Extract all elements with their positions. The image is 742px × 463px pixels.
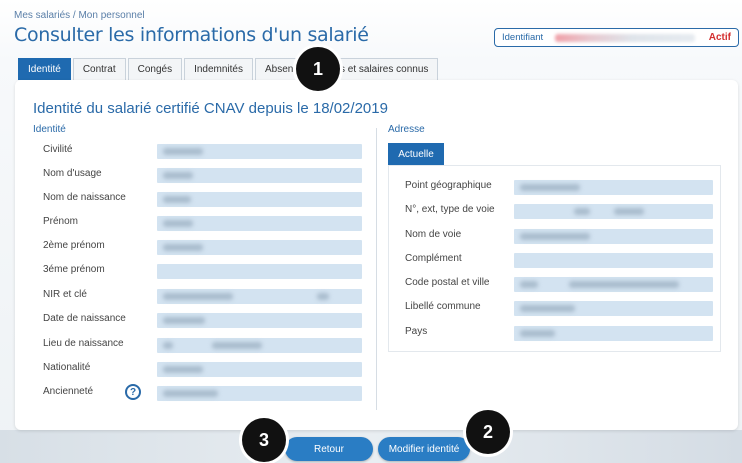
label-nir: NIR et clé — [43, 289, 87, 300]
label-voie: N°, ext, type de voie — [405, 204, 495, 215]
identifier-value-redacted — [555, 33, 696, 42]
edit-identity-button[interactable]: Modifier identité — [378, 437, 470, 461]
label-code-postal: Code postal et ville — [405, 277, 490, 288]
value-pays — [514, 326, 713, 341]
identity-subheading: Identité — [33, 124, 66, 135]
question-circle-icon[interactable]: ? — [125, 384, 141, 400]
address-subheading: Adresse — [388, 124, 425, 135]
callout-badge-2: 2 — [466, 410, 510, 454]
section-title: Identité du salarié certifié CNAV depuis… — [33, 100, 388, 117]
value-3eme-prenom — [157, 264, 362, 279]
value-date-naissance — [157, 313, 362, 328]
callout-badge-3: 3 — [242, 418, 286, 462]
column-divider — [376, 128, 377, 410]
label-lieu-naissance: Lieu de naissance — [43, 338, 124, 349]
label-pays: Pays — [405, 326, 428, 337]
value-voie — [514, 204, 713, 219]
label-2eme-prenom: 2ème prénom — [43, 240, 105, 251]
tab-conges[interactable]: Congés — [127, 58, 183, 80]
value-prenom — [157, 216, 362, 231]
label-date-naissance: Date de naissance — [43, 313, 126, 324]
label-3eme-prenom: 3éme prénom — [43, 264, 105, 275]
label-anciennete: Ancienneté — [43, 386, 94, 397]
value-nom-usage — [157, 168, 362, 183]
status-badge: Actif — [708, 32, 731, 43]
value-nationalite — [157, 362, 362, 377]
label-complement: Complément — [405, 253, 462, 264]
value-anciennete — [157, 386, 362, 401]
tab-identite[interactable]: Identité — [18, 58, 71, 80]
value-2eme-prenom — [157, 240, 362, 255]
label-prenom: Prénom — [43, 216, 79, 227]
value-civilite — [157, 144, 362, 159]
label-nom-voie: Nom de voie — [405, 229, 462, 240]
value-nir — [157, 289, 362, 304]
value-complement — [514, 253, 713, 268]
identifier-label: Identifiant — [502, 32, 544, 43]
value-nom-naissance — [157, 192, 362, 207]
back-button[interactable]: Retour — [285, 437, 373, 461]
label-civilite: Civilité — [43, 144, 73, 155]
value-libelle-commune — [514, 301, 713, 316]
tab-adresse-actuelle[interactable]: Actuelle — [388, 143, 444, 165]
label-nationalite: Nationalité — [43, 362, 91, 373]
identifier-box: Identifiant Actif — [494, 28, 739, 47]
label-nom-usage: Nom d'usage — [43, 168, 102, 179]
tab-contrat[interactable]: Contrat — [72, 58, 126, 80]
label-libelle-commune: Libellé commune — [405, 301, 481, 312]
breadcrumb[interactable]: Mes salariés / Mon personnel — [14, 10, 145, 21]
label-nom-naissance: Nom de naissance — [43, 192, 126, 203]
value-lieu-naissance — [157, 338, 362, 353]
value-point-geographique — [514, 180, 713, 195]
value-nom-voie — [514, 229, 713, 244]
tab-bar: Identité Contrat Congés Indemnités Absen… — [18, 58, 440, 80]
page-title: Consulter les informations d'un salarié — [14, 24, 369, 46]
callout-badge-1: 1 — [296, 47, 340, 91]
value-code-postal — [514, 277, 713, 292]
tab-indemnites[interactable]: Indemnités — [184, 58, 253, 80]
label-point-geographique: Point géographique — [405, 180, 492, 191]
